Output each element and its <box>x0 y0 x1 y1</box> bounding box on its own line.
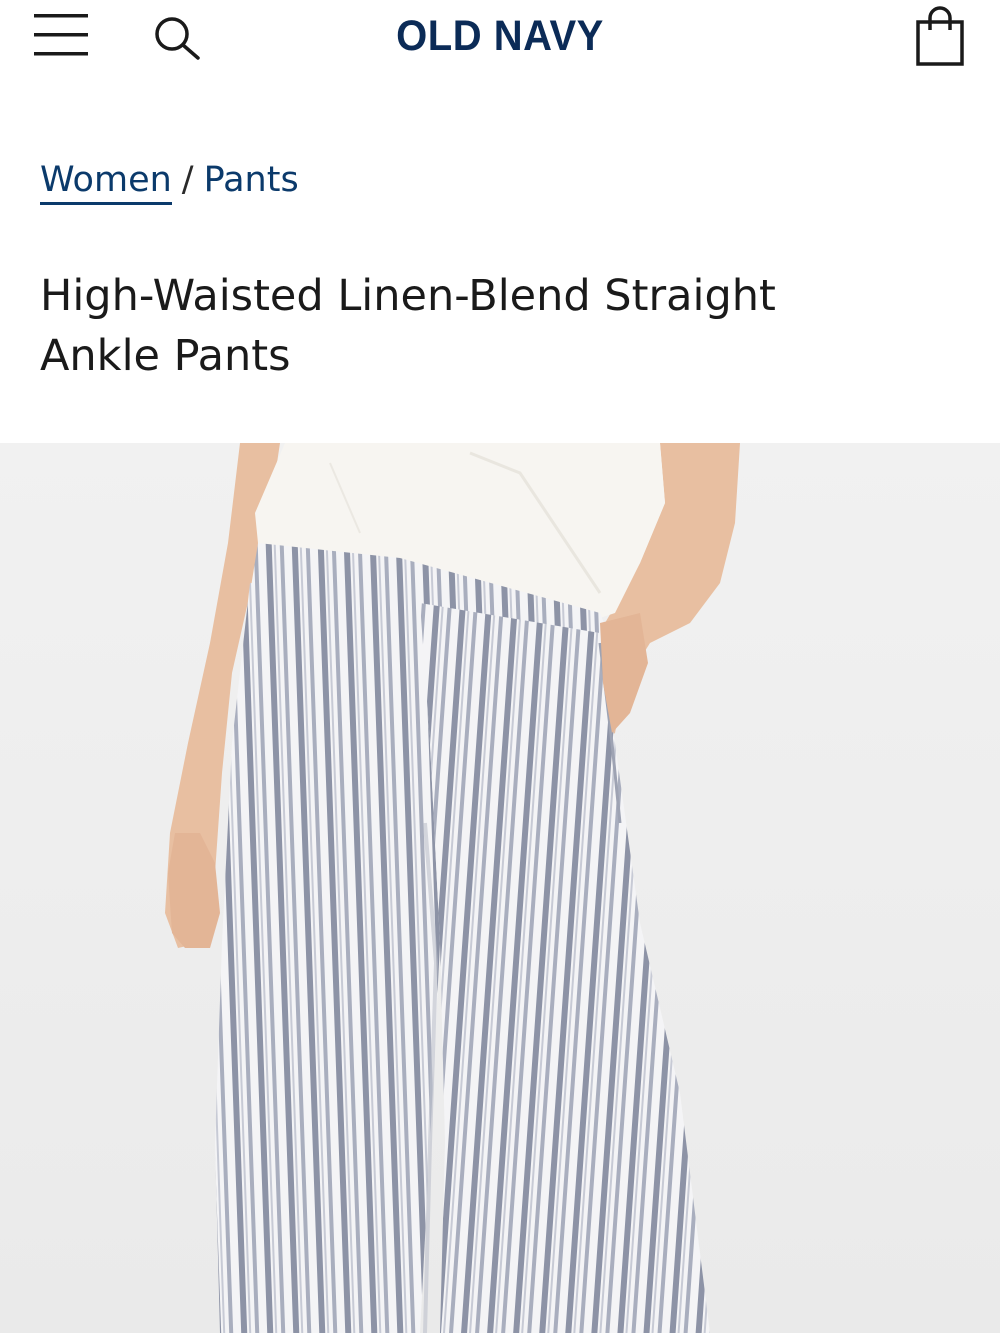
product-title-line1: High-Waisted Linen-Blend Straight <box>40 271 776 321</box>
search-icon <box>155 17 200 60</box>
breadcrumb-link-women[interactable]: Women <box>40 160 172 205</box>
search-button[interactable] <box>152 14 204 62</box>
brand-logo[interactable]: OLD NAVY <box>340 8 660 63</box>
product-title: High-Waisted Linen-Blend Straight Ankle … <box>40 266 940 386</box>
breadcrumb: Women / Pants <box>40 156 299 205</box>
product-page: OLD NAVY Women / Pants High-Waisted Linen-… <box>0 0 1000 1333</box>
product-title-line2: Ankle Pants <box>40 331 291 381</box>
site-header: OLD NAVY <box>0 0 1000 80</box>
menu-button[interactable] <box>32 10 90 60</box>
hamburger-menu-icon <box>34 14 88 56</box>
breadcrumb-link-pants[interactable]: Pants <box>204 160 299 200</box>
product-photo <box>0 443 1000 1333</box>
shopping-bag-button[interactable] <box>914 4 966 68</box>
product-image[interactable] <box>0 443 1000 1333</box>
breadcrumb-separator: / <box>181 160 194 200</box>
shopping-bag-icon <box>916 6 964 66</box>
